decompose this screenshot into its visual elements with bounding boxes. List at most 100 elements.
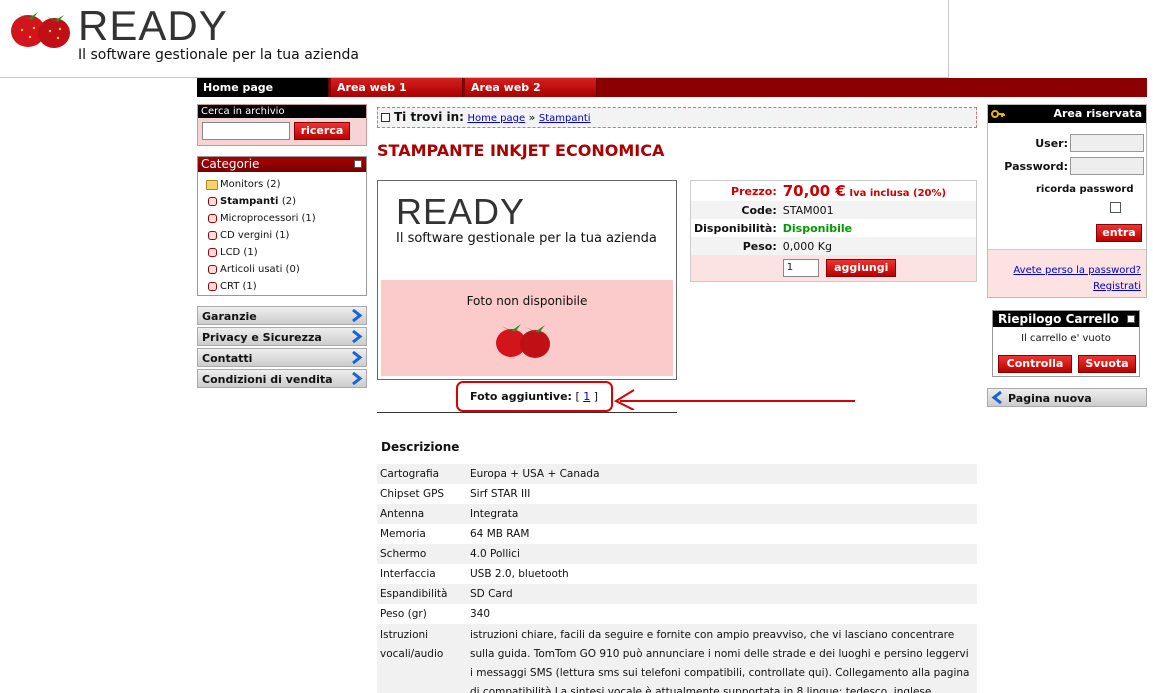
table-row: Memoria 64 MB RAM: [377, 524, 977, 544]
side-link-condizioni[interactable]: Condizioni di vendita: [197, 369, 367, 388]
side-link-label: Condizioni di vendita: [202, 373, 333, 386]
cart-empty-button[interactable]: Svuota: [1078, 355, 1136, 373]
search-panel: Cerca in archivio ricerca: [197, 104, 367, 146]
spec-value: Integrata: [470, 508, 519, 520]
breadcrumb-link-stampanti[interactable]: Stampanti: [539, 113, 591, 124]
extra-photo-link-1[interactable]: 1: [583, 390, 590, 403]
bullet-icon: [208, 248, 217, 257]
side-link-contatti[interactable]: Contatti: [197, 348, 367, 367]
category-label: Stampanti: [220, 196, 279, 207]
breadcrumb-link-home[interactable]: Home page: [467, 113, 525, 124]
category-count: (2): [281, 196, 297, 207]
side-link-garanzie[interactable]: Garanzie: [197, 306, 367, 325]
new-page-label: Pagina nuova: [1008, 392, 1092, 405]
search-button[interactable]: ricerca: [294, 122, 350, 140]
key-icon: [991, 110, 1005, 118]
category-item-crt[interactable]: CRT (1): [206, 278, 366, 295]
spec-key: Interfaccia: [380, 568, 436, 580]
spec-key: Memoria: [380, 528, 426, 540]
availability-value: Disponibile: [782, 221, 853, 235]
bullet-icon: [208, 197, 217, 206]
categories-title: Categorie: [201, 157, 260, 171]
folder-icon: [206, 180, 218, 190]
user-field[interactable]: [1070, 134, 1144, 152]
chevron-left-icon: [991, 391, 1002, 404]
logo-tagline: Il software gestionale per la tua aziend…: [78, 47, 359, 63]
category-label: LCD (1): [220, 247, 258, 258]
tab-area-web-1[interactable]: Area web 1: [331, 78, 463, 97]
register-link[interactable]: Registrati: [988, 279, 1141, 295]
category-item-cd-vergini[interactable]: CD vergini (1): [206, 227, 366, 244]
categories-panel: Categorie Monitors (2) Stampanti (2) Mic…: [197, 156, 367, 296]
spec-value: 340: [470, 608, 491, 620]
category-item-articoli-usati[interactable]: Articoli usati (0): [206, 261, 366, 278]
table-row: Antenna Integrata: [377, 504, 977, 524]
spec-key: Antenna: [380, 508, 425, 520]
extra-photos-label: Foto aggiuntive:: [470, 390, 572, 403]
spec-value: Europa + USA + Canada: [470, 468, 600, 480]
photo-logo-wordmark: READY: [396, 191, 526, 232]
quantity-input[interactable]: 1: [782, 258, 819, 277]
category-list: Monitors (2) Stampanti (2) Microprocesso…: [198, 172, 366, 295]
spec-value: istruzioni chiare, facili da seguire e f…: [470, 629, 970, 693]
category-item-microprocessori[interactable]: Microprocessori (1): [206, 210, 366, 227]
vat-note: Iva inclusa (20%): [849, 188, 947, 199]
add-to-cart-button[interactable]: aggiungi: [826, 258, 897, 277]
category-item-stampanti[interactable]: Stampanti (2): [206, 193, 366, 210]
search-input[interactable]: [202, 122, 290, 140]
login-title: Area riservata: [1053, 107, 1142, 120]
new-page-link[interactable]: Pagina nuova: [987, 388, 1147, 407]
weight-value: 0,000 Kg: [782, 239, 832, 253]
tab-area-web-2[interactable]: Area web 2: [465, 78, 597, 97]
spec-value: Sirf STAR III: [470, 488, 531, 500]
cart-check-button[interactable]: Controlla: [998, 355, 1072, 373]
category-item-lcd[interactable]: LCD (1): [206, 244, 366, 261]
password-label: Password:: [1004, 160, 1068, 173]
availability-label: Disponibilità:: [694, 221, 777, 235]
side-link-privacy[interactable]: Privacy e Sicurezza: [197, 327, 367, 346]
side-link-label: Privacy e Sicurezza: [202, 331, 322, 344]
category-label: CD vergini (1): [220, 230, 290, 241]
login-header: Area riservata: [988, 105, 1146, 123]
weight-label: Peso:: [742, 239, 777, 253]
lost-password-link[interactable]: Avete perso la password?: [988, 263, 1141, 279]
breadcrumb-prefix: Ti trovi in:: [394, 110, 464, 124]
tab-home-page[interactable]: Home page: [197, 78, 329, 97]
breadcrumb-separator: »: [528, 111, 536, 124]
collapse-icon[interactable]: [1127, 315, 1135, 323]
cart-panel: Riepilogo Carrello Il carrello e' vuoto …: [992, 310, 1140, 377]
cart-title: Riepilogo Carrello: [998, 312, 1119, 326]
site-header: READY Il software gestionale per la tua …: [0, 0, 949, 78]
spec-key: Schermo: [380, 548, 427, 560]
login-button[interactable]: entra: [1096, 224, 1142, 242]
cart-header: Riepilogo Carrello: [993, 311, 1139, 327]
product-info-table: Prezzo: 70,00 € Iva inclusa (20%) Code: …: [690, 180, 977, 282]
photo-placeholder: Foto non disponibile: [381, 280, 673, 376]
password-field[interactable]: [1070, 157, 1144, 175]
chevron-right-icon: [352, 372, 363, 385]
strawberry-icon: [496, 324, 550, 358]
spec-value: SD Card: [470, 588, 513, 600]
price-value: 70,00 €: [782, 182, 846, 200]
product-photo[interactable]: READY Il software gestionale per la tua …: [377, 180, 677, 380]
category-item-monitors[interactable]: Monitors (2): [206, 176, 366, 193]
chevron-right-icon: [352, 309, 363, 322]
description-title: Descrizione: [381, 440, 460, 454]
spec-value: 4.0 Pollici: [470, 548, 520, 560]
login-footer: Avete perso la password? Registrati: [988, 249, 1146, 297]
chevron-right-icon: [352, 330, 363, 343]
spec-key: Espandibilità: [380, 588, 448, 600]
price-label: Prezzo:: [731, 184, 777, 198]
collapse-icon[interactable]: [354, 160, 362, 168]
remember-checkbox[interactable]: [1110, 202, 1121, 213]
extra-photos: Foto aggiuntive: [ 1 ]: [456, 381, 613, 412]
category-label: Articoli usati (0): [220, 264, 300, 275]
chevron-right-icon: [352, 351, 363, 364]
annotation-arrow-icon: [613, 389, 855, 410]
table-row: Schermo 4.0 Pollici: [377, 544, 977, 564]
spec-key: Peso (gr): [380, 608, 427, 620]
side-link-label: Contatti: [202, 352, 253, 365]
code-label: Code:: [741, 203, 777, 217]
spec-key: Chipset GPS: [380, 488, 445, 500]
cart-empty-text: Il carrello e' vuoto: [1021, 333, 1111, 344]
